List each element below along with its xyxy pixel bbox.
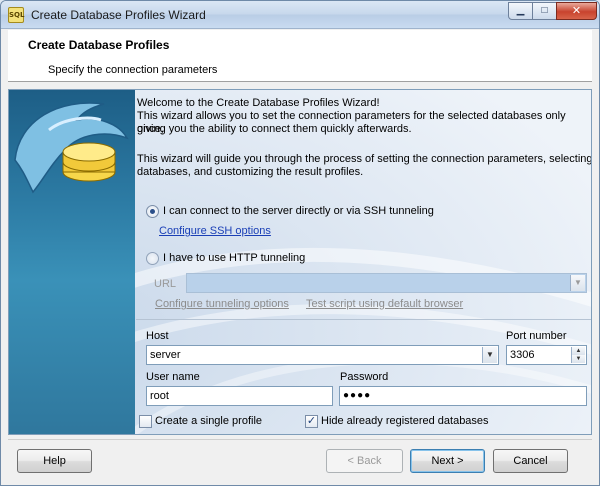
close-icon: ✕ bbox=[571, 5, 582, 17]
username-value: root bbox=[150, 390, 169, 402]
spin-down-icon[interactable]: ▼ bbox=[571, 355, 585, 363]
host-value: server bbox=[150, 349, 181, 361]
port-spinner[interactable]: ▲ ▼ bbox=[571, 347, 585, 363]
intro-welcome: Welcome to the Create Database Profiles … bbox=[137, 97, 380, 109]
close-button[interactable]: ✕ bbox=[556, 2, 597, 20]
minimize-button[interactable]: ▁ bbox=[508, 2, 533, 20]
cancel-button[interactable]: Cancel bbox=[493, 449, 568, 473]
configure-tunneling-link[interactable]: Configure tunneling options bbox=[155, 298, 289, 310]
maximize-icon: □ bbox=[541, 5, 548, 16]
url-label: URL bbox=[154, 278, 177, 290]
single-profile-label[interactable]: Create a single profile bbox=[155, 415, 262, 428]
port-label: Port number bbox=[506, 330, 567, 342]
minimize-icon: ▁ bbox=[516, 5, 525, 16]
http-tunneling-radio[interactable] bbox=[146, 252, 159, 265]
title-bar[interactable]: SQL Create Database Profiles Wizard ▁ □ … bbox=[1, 1, 599, 29]
intro-text-line: This wizard will guide you through the p… bbox=[137, 153, 592, 165]
chevron-down-icon[interactable]: ▼ bbox=[570, 275, 585, 291]
back-button[interactable]: < Back bbox=[326, 449, 403, 473]
password-label: Password bbox=[340, 371, 389, 383]
next-button[interactable]: Next > bbox=[410, 449, 485, 473]
content-panel: Welcome to the Create Database Profiles … bbox=[136, 90, 592, 434]
direct-connection-radio[interactable] bbox=[146, 205, 159, 218]
dolphin-database-icon bbox=[14, 102, 129, 194]
configure-ssh-link[interactable]: Configure SSH options bbox=[159, 225, 271, 237]
port-value: 3306 bbox=[510, 349, 535, 361]
username-input[interactable]: root bbox=[146, 386, 333, 406]
hide-registered-label[interactable]: Hide already registered databases bbox=[321, 415, 489, 428]
single-profile-checkbox[interactable] bbox=[139, 415, 152, 428]
checkmark-icon: ✓ bbox=[306, 415, 317, 427]
spin-up-icon[interactable]: ▲ bbox=[571, 347, 585, 355]
password-input[interactable]: ●●●● bbox=[339, 386, 587, 406]
port-stepper[interactable]: 3306 ▲ ▼ bbox=[506, 345, 587, 365]
password-value: ●●●● bbox=[343, 390, 372, 401]
intro-text-line: databases, and customizing the result pr… bbox=[137, 166, 364, 178]
direct-connection-label[interactable]: I can connect to the server directly or … bbox=[163, 205, 434, 218]
test-script-link[interactable]: Test script using default browser bbox=[306, 298, 463, 310]
hide-registered-checkbox[interactable]: ✓ bbox=[305, 415, 318, 428]
help-button[interactable]: Help bbox=[17, 449, 92, 473]
host-combobox[interactable]: server ▼ bbox=[146, 345, 499, 365]
intro-text-line: giving you the ability to connect them q… bbox=[137, 123, 412, 135]
wizard-window: SQL Create Database Profiles Wizard ▁ □ … bbox=[0, 0, 600, 486]
page-subtitle: Specify the connection parameters bbox=[48, 64, 218, 76]
side-panel bbox=[9, 90, 135, 434]
chevron-down-icon[interactable]: ▼ bbox=[482, 347, 497, 363]
wizard-header: Create Database Profiles Specify the con… bbox=[8, 30, 592, 82]
section-divider bbox=[136, 319, 591, 320]
window-title: Create Database Profiles Wizard bbox=[31, 8, 206, 22]
wizard-body: Welcome to the Create Database Profiles … bbox=[8, 89, 592, 435]
username-label: User name bbox=[146, 371, 200, 383]
sql-app-icon: SQL bbox=[8, 7, 24, 23]
page-title: Create Database Profiles bbox=[28, 38, 170, 52]
maximize-button[interactable]: □ bbox=[532, 2, 557, 20]
footer-divider bbox=[8, 439, 592, 440]
http-tunneling-label[interactable]: I have to use HTTP tunneling bbox=[163, 252, 305, 265]
url-combobox[interactable]: ▼ bbox=[186, 273, 587, 293]
host-label: Host bbox=[146, 330, 169, 342]
